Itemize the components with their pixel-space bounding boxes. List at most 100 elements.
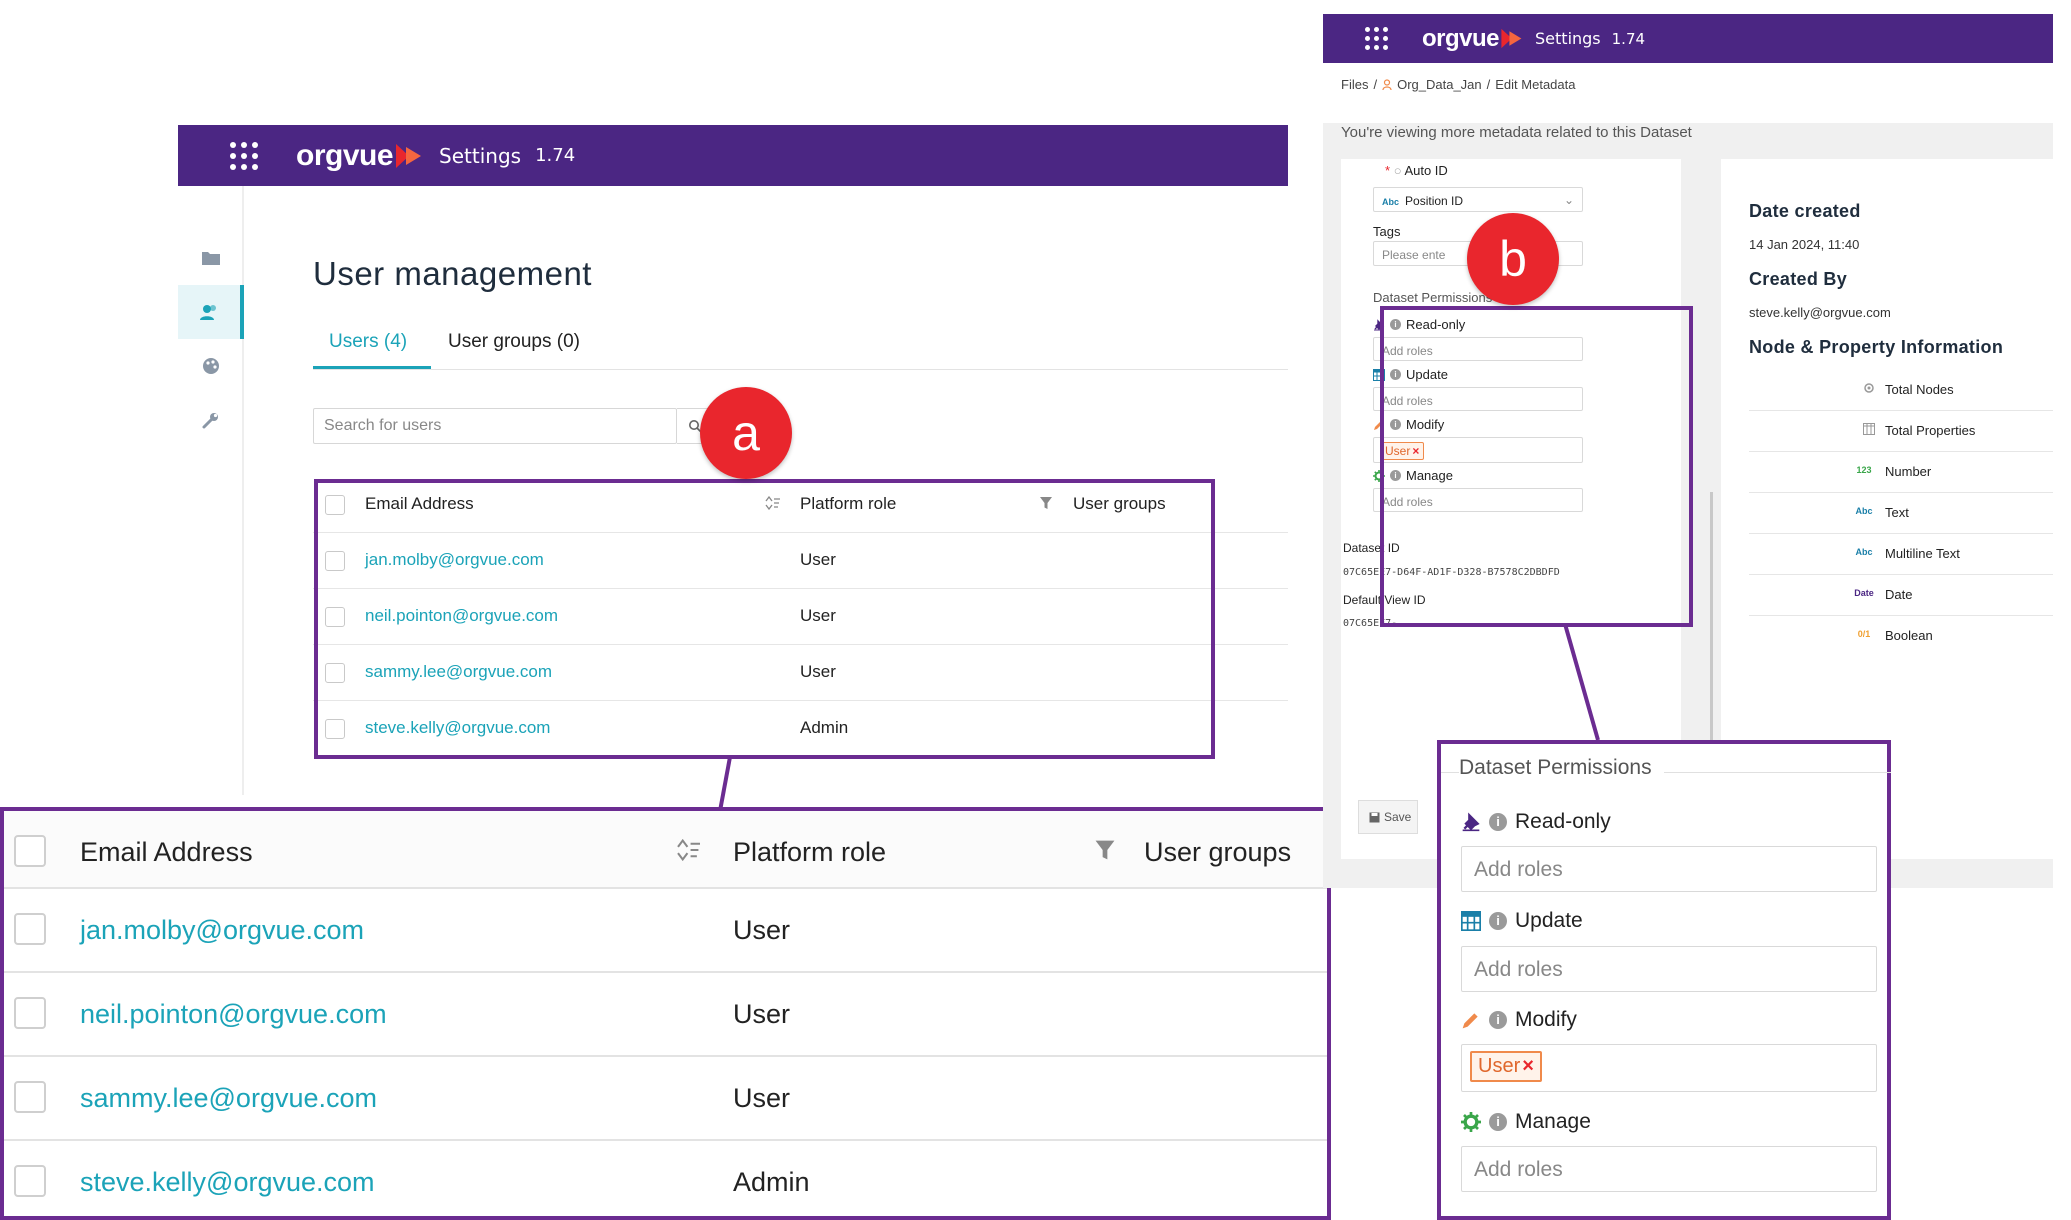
user-email-link[interactable]: steve.kelly@orgvue.com [365, 718, 550, 738]
row-checkbox[interactable] [14, 1165, 46, 1197]
callout-connector-b [1563, 623, 1600, 741]
user-email-link[interactable]: jan.molby@orgvue.com [80, 915, 364, 946]
row-checkbox[interactable] [14, 1081, 46, 1113]
info-row-multiline-text: Abc Multiline Text [1749, 534, 2053, 575]
info-row-date: Date Date [1749, 575, 2053, 616]
pin-icon [1374, 318, 1385, 330]
side-navigation [178, 186, 244, 795]
info-icon[interactable]: i [1390, 369, 1401, 380]
text-type-icon: Abc [1382, 197, 1400, 207]
gear-icon [1461, 1112, 1481, 1132]
auto-id-label: * ○ Auto ID [1385, 163, 1448, 178]
column-header-role[interactable]: Platform role [800, 494, 896, 514]
app-grid-icon[interactable] [1365, 27, 1388, 50]
orgvue-logo[interactable]: orgvue [1422, 25, 1523, 53]
info-icon[interactable]: i [1489, 813, 1507, 831]
pin-icon [1462, 812, 1480, 832]
role-chip: User × [1470, 1051, 1542, 1082]
save-button[interactable]: Save [1358, 800, 1418, 834]
sidebar-item-files[interactable] [178, 231, 244, 285]
user-email-link[interactable]: neil.pointon@orgvue.com [80, 999, 387, 1030]
row-checkbox[interactable] [14, 913, 46, 945]
user-email-link[interactable]: sammy.lee@orgvue.com [80, 1083, 377, 1114]
sort-icon[interactable] [676, 839, 702, 861]
table-row[interactable]: steve.kelly@orgvue.com Admin [313, 701, 1288, 757]
text-type-icon: Abc [1855, 506, 1873, 516]
logo-text: orgvue [1422, 24, 1500, 52]
select-all-checkbox[interactable] [14, 835, 46, 867]
number-type-icon: 123 [1856, 465, 1872, 475]
table-row[interactable]: sammy.lee@orgvue.com User [313, 645, 1288, 701]
read-only-roles-input[interactable]: Add roles [1373, 337, 1583, 361]
form-scrollbar[interactable] [1710, 492, 1713, 742]
filter-icon[interactable] [1039, 496, 1053, 510]
column-header-groups[interactable]: User groups [1144, 837, 1291, 868]
info-icon[interactable]: i [1390, 470, 1401, 481]
folder-icon [202, 252, 220, 265]
info-icon[interactable]: i [1489, 1011, 1507, 1029]
row-checkbox[interactable] [325, 551, 345, 571]
table-row[interactable]: neil.pointon@orgvue.com User [313, 589, 1288, 645]
palette-icon [203, 358, 219, 374]
radio-icon[interactable]: ○ [1394, 163, 1402, 178]
table-row[interactable]: neil.pointon@orgvue.com User [4, 973, 1327, 1057]
manage-roles-input[interactable]: Add roles [1373, 488, 1583, 512]
table-row[interactable]: steve.kelly@orgvue.com Admin [4, 1141, 1327, 1216]
user-email-link[interactable]: sammy.lee@orgvue.com [365, 662, 552, 682]
update-roles-input[interactable]: Add roles [1461, 946, 1877, 992]
info-icon[interactable]: i [1390, 319, 1401, 330]
row-checkbox[interactable] [325, 663, 345, 683]
modify-roles-input[interactable]: User × [1373, 437, 1583, 463]
manage-roles-input[interactable]: Add roles [1461, 1146, 1877, 1192]
created-by-label: Created By [1749, 269, 1848, 289]
update-roles-input[interactable]: Add roles [1373, 387, 1583, 411]
logo-mark-icon [1501, 28, 1522, 49]
info-icon[interactable]: i [1390, 419, 1401, 430]
column-header-email[interactable]: Email Address [80, 837, 253, 868]
user-email-link[interactable]: steve.kelly@orgvue.com [80, 1167, 375, 1198]
remove-chip-icon[interactable]: × [1522, 1055, 1534, 1077]
app-grid-icon[interactable] [230, 141, 258, 170]
orgvue-logo[interactable]: orgvue [296, 139, 423, 173]
user-email-link[interactable]: jan.molby@orgvue.com [365, 550, 544, 570]
info-row-boolean: 0/1 Boolean [1749, 616, 2053, 657]
select-all-checkbox[interactable] [325, 495, 345, 515]
date-created-label: Date created [1749, 201, 1861, 221]
modify-roles-input[interactable]: User × [1461, 1044, 1877, 1092]
sidebar-item-tools[interactable] [178, 393, 244, 447]
column-header-role[interactable]: Platform role [733, 837, 886, 868]
row-checkbox[interactable] [14, 997, 46, 1029]
breadcrumb-files[interactable]: Files [1341, 77, 1368, 92]
users-icon [200, 305, 216, 320]
sort-icon[interactable] [765, 496, 781, 510]
breadcrumb-separator: / [1486, 77, 1491, 92]
user-email-link[interactable]: neil.pointon@orgvue.com [365, 606, 558, 626]
sidebar-item-themes[interactable] [178, 339, 244, 393]
row-checkbox[interactable] [325, 719, 345, 739]
gear-icon [1373, 469, 1385, 482]
sidebar-item-users[interactable] [178, 285, 244, 339]
table-row[interactable]: sammy.lee@orgvue.com User [4, 1057, 1327, 1141]
table-row[interactable]: jan.molby@orgvue.com User [313, 533, 1288, 589]
update-label: i Update [1461, 909, 1583, 933]
column-header-groups[interactable]: User groups [1073, 494, 1166, 514]
column-header-email[interactable]: Email Address [365, 494, 474, 514]
search-input[interactable]: Search for users [313, 408, 677, 444]
update-label: i Update [1373, 367, 1448, 382]
read-only-roles-input[interactable]: Add roles [1461, 846, 1877, 892]
info-icon[interactable]: i [1489, 912, 1507, 930]
header-version: 1.74 [535, 145, 576, 166]
user-role: User [733, 999, 791, 1029]
remove-chip-icon[interactable]: × [1412, 444, 1419, 458]
wrench-icon [202, 413, 218, 429]
callout-connector-a [718, 756, 732, 812]
breadcrumb-dataset[interactable]: Org_Data_Jan [1397, 77, 1482, 92]
auto-id-select[interactable]: Abc Position ID ⌄ [1373, 187, 1583, 212]
tab-user-groups[interactable]: User groups (0) [448, 331, 580, 353]
node-info-label: Node & Property Information [1749, 337, 2004, 357]
filter-icon[interactable] [1094, 839, 1116, 861]
info-icon[interactable]: i [1489, 1113, 1507, 1131]
row-checkbox[interactable] [325, 607, 345, 627]
table-row[interactable]: jan.molby@orgvue.com User [4, 889, 1327, 973]
tab-users[interactable]: Users (4) [329, 331, 407, 353]
